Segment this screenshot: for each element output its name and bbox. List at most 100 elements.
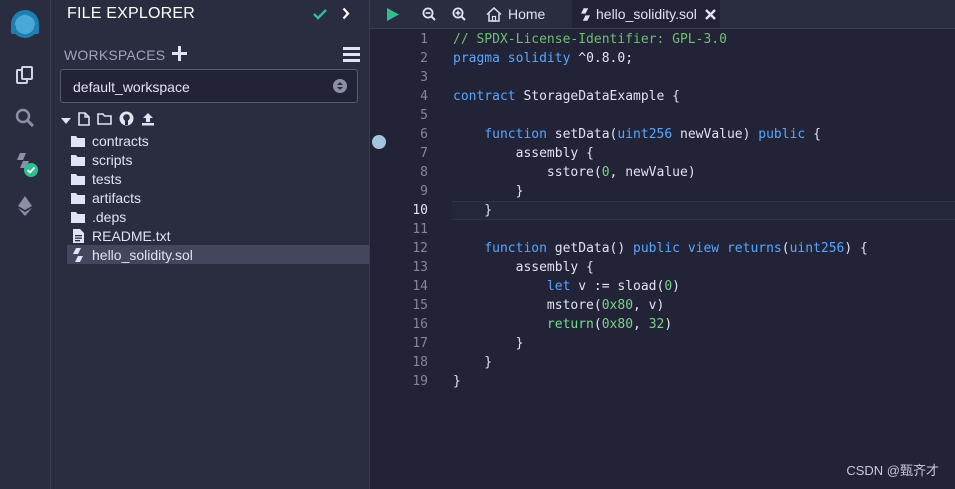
line-number: 14 — [412, 279, 428, 294]
line-number: 4 — [420, 89, 428, 104]
line-number: 17 — [412, 336, 428, 351]
line-text: } — [453, 336, 524, 351]
tab-hello-solidity[interactable]: hello_solidity.sol — [572, 0, 720, 28]
line-number: 7 — [420, 146, 428, 161]
tree-item-label: scripts — [92, 151, 133, 168]
solidity-file-icon — [71, 247, 85, 262]
line-text: pragma solidity ^0.8.0; — [453, 51, 634, 66]
code-line: 3 — [370, 68, 955, 87]
tree-item-deps[interactable]: .deps — [67, 207, 369, 226]
tree-item-label: artifacts — [92, 189, 142, 206]
file-explorer-panel: FILE EXPLORER WORKSPACES default_workspa… — [51, 0, 370, 489]
tree-item-label: README.txt — [92, 227, 171, 244]
deploy-run-icon[interactable] — [0, 186, 50, 226]
zoom-in-icon[interactable] — [448, 0, 470, 28]
file-tree: contracts scripts tests artifacts .deps … — [67, 131, 369, 264]
folder-icon — [71, 210, 85, 224]
line-text: sstore(0, newValue) — [453, 165, 696, 180]
line-text: } — [453, 203, 493, 218]
file-explorer-icon[interactable] — [0, 55, 50, 95]
line-text: // SPDX-License-Identifier: GPL-3.0 — [453, 32, 727, 47]
new-folder-icon[interactable] — [97, 112, 112, 130]
github-icon[interactable] — [119, 111, 134, 131]
tree-item-readme[interactable]: README.txt — [67, 226, 369, 245]
upload-icon[interactable] — [141, 112, 155, 131]
home-icon — [486, 6, 502, 22]
line-text: assembly { — [453, 260, 594, 275]
tab-label: Home — [508, 6, 546, 22]
code-line: 14 let v := sload(0) — [370, 277, 955, 296]
explorer-header: FILE EXPLORER — [51, 0, 369, 30]
chevron-right-icon[interactable] — [342, 7, 350, 25]
code-line: 5 — [370, 106, 955, 125]
line-number: 16 — [412, 317, 428, 332]
line-number: 11 — [412, 222, 428, 237]
line-number: 19 — [412, 374, 428, 389]
line-text: } — [453, 374, 461, 389]
code-line: 11 — [370, 220, 955, 239]
close-tab-icon[interactable] — [705, 8, 716, 20]
code-line: 2 pragma solidity ^0.8.0; — [370, 49, 955, 68]
check-icon — [313, 7, 327, 25]
workspace-select[interactable]: default_workspace — [60, 69, 358, 103]
code-line: 17 } — [370, 334, 955, 353]
code-line: 1 // SPDX-License-Identifier: GPL-3.0 — [370, 30, 955, 49]
explorer-title: FILE EXPLORER — [67, 5, 195, 22]
line-number: 6 — [420, 127, 428, 142]
line-text: return(0x80, 32) — [546, 317, 673, 332]
line-text: assembly { — [453, 146, 594, 161]
line-number: 12 — [412, 241, 428, 256]
workspace-select-value: default_workspace — [73, 79, 190, 95]
code-line: 19} — [370, 372, 955, 391]
tree-item-artifacts[interactable]: artifacts — [67, 188, 369, 207]
folder-icon — [71, 134, 85, 148]
remix-logo-icon[interactable] — [0, 4, 50, 44]
tree-item-label: hello_solidity.sol — [92, 246, 193, 263]
watermark: CSDN @甄齐才 — [846, 463, 939, 478]
zoom-out-icon[interactable] — [418, 0, 440, 28]
tree-item-hello-solidity[interactable]: hello_solidity.sol — [67, 245, 369, 264]
caret-down-icon[interactable] — [61, 112, 71, 130]
folder-icon — [71, 153, 85, 167]
code-line: 15 mstore(0x80, v) — [370, 296, 955, 315]
tree-item-label: contracts — [92, 132, 149, 149]
line-text: } — [453, 184, 524, 199]
tree-toolbar — [61, 111, 155, 131]
line-number: 1 — [420, 32, 428, 47]
code-line: 12 function getData() public view return… — [370, 239, 955, 258]
line-text: mstore(0x80, v) — [453, 298, 665, 313]
line-text: let v := sload(0) — [546, 279, 680, 294]
search-icon[interactable] — [0, 98, 50, 138]
workspaces-label: WORKSPACES — [64, 47, 166, 63]
solidity-compiler-icon[interactable] — [0, 143, 50, 183]
add-workspace-icon[interactable] — [172, 46, 187, 66]
code-line-current: 10 } — [370, 201, 955, 220]
tab-home[interactable]: Home — [478, 0, 570, 28]
line-number: 3 — [420, 70, 428, 85]
code-line: 4 contract StorageDataExample { — [370, 87, 955, 106]
line-number: 2 — [420, 51, 428, 66]
line-number: 9 — [420, 184, 428, 199]
line-text: function setData(uint256 newValue) publi… — [484, 127, 821, 142]
line-number: 15 — [412, 298, 428, 313]
hamburger-menu-icon[interactable] — [343, 47, 360, 67]
code-line: 9 } — [370, 182, 955, 201]
folder-icon — [71, 191, 85, 205]
line-text: function getData() public view returns(u… — [484, 241, 868, 256]
code-line: 6 function setData(uint256 newValue) pub… — [370, 125, 955, 144]
line-text: contract StorageDataExample { — [453, 89, 680, 104]
line-number: 8 — [420, 165, 428, 180]
tree-item-scripts[interactable]: scripts — [67, 150, 369, 169]
tree-item-contracts[interactable]: contracts — [67, 131, 369, 150]
tree-item-label: tests — [92, 170, 122, 187]
code-editor[interactable]: 1 // SPDX-License-Identifier: GPL-3.0 2 pr… — [370, 30, 955, 391]
code-line: 18 } — [370, 353, 955, 372]
line-number: 5 — [420, 108, 428, 123]
code-line: 7 assembly { — [370, 144, 955, 163]
new-file-icon[interactable] — [78, 111, 90, 131]
select-arrows-icon — [333, 79, 347, 98]
line-text: } — [453, 355, 493, 370]
text-file-icon — [71, 228, 85, 243]
tree-item-tests[interactable]: tests — [67, 169, 369, 188]
run-icon[interactable] — [382, 0, 404, 28]
